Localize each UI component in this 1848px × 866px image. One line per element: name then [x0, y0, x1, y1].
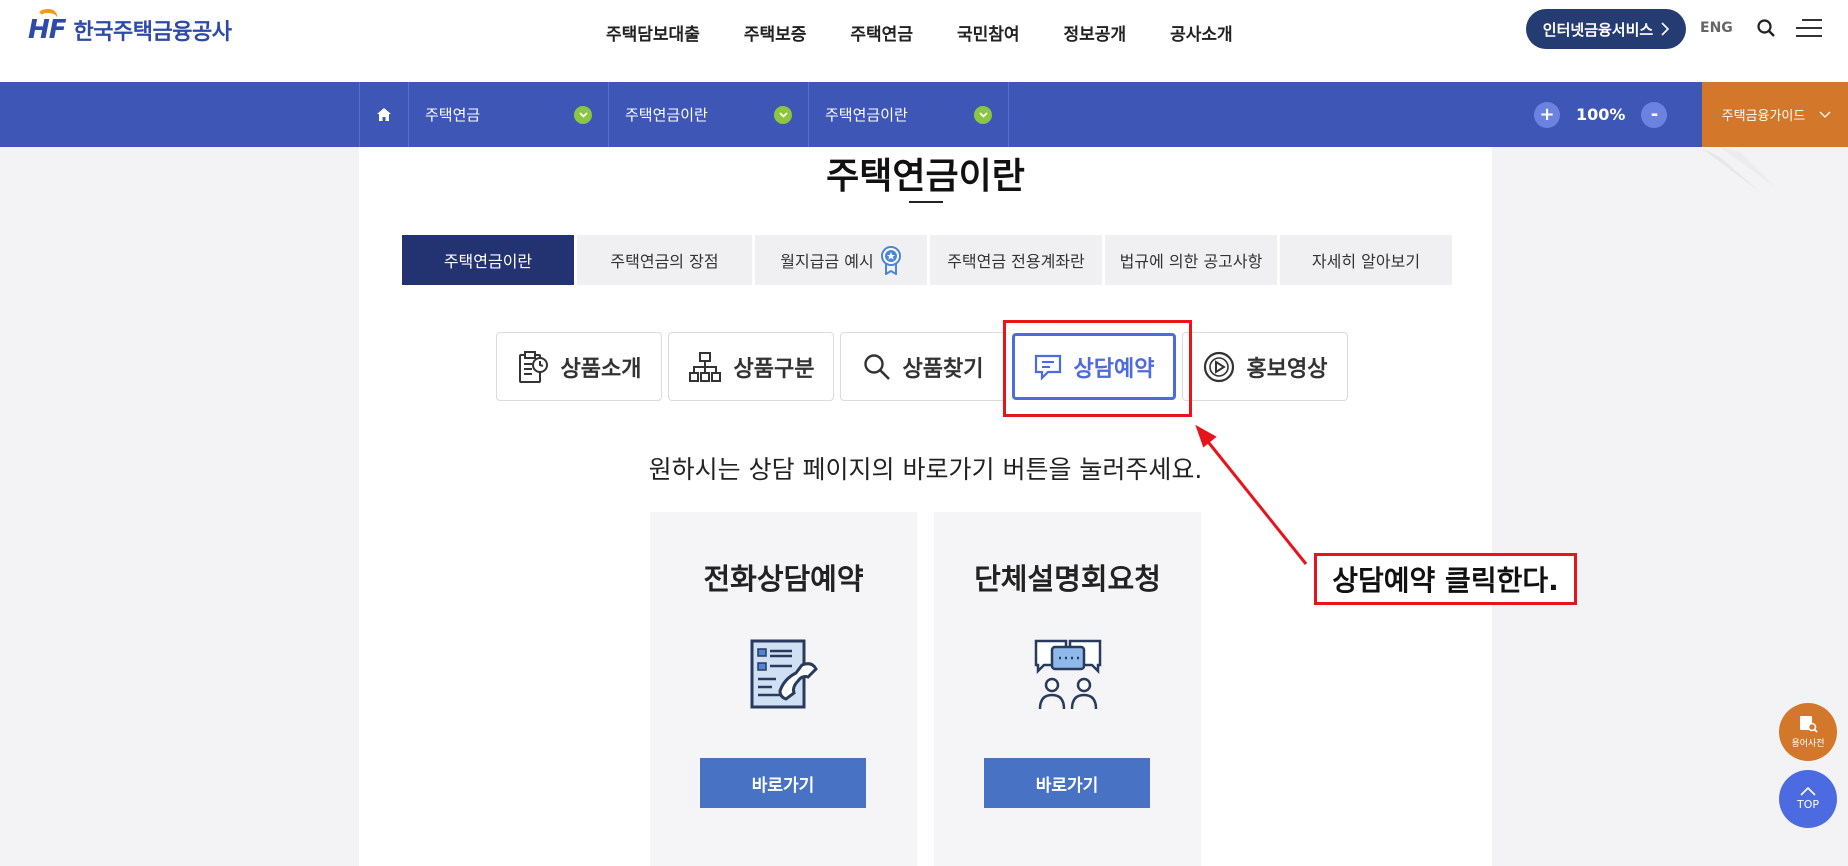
gnb-item-mortgage[interactable]: 주택담보대출	[606, 20, 722, 45]
subtab-label: 상품소개	[560, 356, 642, 382]
housing-finance-guide-button[interactable]: 주택금융가이드	[1702, 82, 1848, 147]
title-underline	[909, 201, 943, 203]
logo-text: 한국주택금융공사	[73, 20, 232, 45]
chevron-right-icon	[1661, 22, 1670, 36]
play-circle-icon	[1203, 351, 1234, 382]
group-meeting-icon	[1034, 639, 1102, 710]
subtab-product-intro[interactable]: 상품소개	[496, 332, 662, 401]
hamburger-menu-icon[interactable]	[1796, 19, 1822, 37]
sub-tabs: 상품소개 상품구분 상품찾기 상담예약 홍보영상	[496, 332, 1348, 401]
eng-link[interactable]: ENG	[1700, 20, 1733, 36]
location-select-3[interactable]: 주택연금이란	[809, 82, 1009, 147]
location-select-label: 주택연금	[425, 106, 481, 124]
subtab-product-category[interactable]: 상품구분	[668, 332, 834, 401]
subtab-label: 홍보영상	[1246, 356, 1328, 382]
tab-monthly-payment-example[interactable]: 월지급금 예시	[755, 235, 927, 285]
card-title: 전화상담예약	[703, 562, 864, 596]
annotation-label: 상담예약 클릭한다.	[1314, 553, 1577, 605]
tab-pension-intro[interactable]: 주택연금이란	[402, 235, 574, 285]
gnb-item-guarantee[interactable]: 주택보증	[722, 20, 829, 45]
logo-mark: HF	[28, 9, 67, 45]
group-briefing-go-button[interactable]: 바로가기	[984, 758, 1150, 808]
org-chart-icon	[688, 351, 721, 382]
location-select-2[interactable]: 주택연금이란	[609, 82, 809, 147]
zoom-out-button[interactable]: -	[1641, 101, 1668, 128]
gnb-item-about[interactable]: 공사소개	[1148, 20, 1255, 45]
award-badge-icon	[880, 246, 901, 275]
gnb-item-participation[interactable]: 국민참여	[935, 20, 1042, 45]
internet-service-label: 인터넷금융서비스	[1542, 20, 1654, 39]
chevron-down-icon	[974, 105, 992, 124]
content-tabs: 주택연금이란 주택연금의 장점 월지급금 예시 주택연금 전용계좌란 법규에 의…	[402, 235, 1452, 285]
subtab-label: 상품구분	[733, 356, 815, 382]
subtab-label: 상품찾기	[902, 356, 984, 382]
scroll-top-button[interactable]: TOP	[1779, 770, 1837, 828]
phone-consultation-go-button[interactable]: 바로가기	[700, 758, 866, 808]
location-select-label: 주택연금이란	[825, 106, 908, 124]
chevron-down-icon	[574, 105, 592, 124]
book-search-icon	[1800, 716, 1818, 733]
decorative-leaf-icon	[1700, 147, 1775, 192]
guide-label: 주택금융가이드	[1721, 109, 1806, 124]
tab-label: 월지급금 예시	[780, 252, 874, 271]
location-bar: 주택연금 주택연금이란 주택연금이란 + 100% - 주택금융가이드	[0, 82, 1848, 147]
phone-checklist-icon	[750, 639, 818, 709]
global-nav: 주택담보대출 주택보증 주택연금 국민참여 정보공개 공사소개	[606, 20, 1255, 45]
site-logo[interactable]: HF 한국주택금융공사	[28, 9, 232, 46]
page-title: 주택연금이란	[826, 156, 1025, 197]
subtab-promo-video[interactable]: 홍보영상	[1182, 332, 1348, 401]
gnb-item-disclosure[interactable]: 정보공개	[1042, 20, 1149, 45]
location-select-label: 주택연금이란	[625, 106, 708, 124]
site-header: HF 한국주택금융공사 주택담보대출 주택보증 주택연금 국민참여 정보공개 공…	[0, 0, 1848, 82]
glossary-label: 용어사전	[1791, 739, 1825, 749]
home-icon	[377, 108, 391, 121]
zoom-control: + 100% -	[1534, 82, 1668, 147]
tab-learn-more[interactable]: 자세히 알아보기	[1280, 235, 1452, 285]
tab-pension-benefits[interactable]: 주택연금의 장점	[577, 235, 752, 285]
guide-text: 원하시는 상담 페이지의 바로가기 버튼을 눌러주세요.	[648, 455, 1203, 484]
zoom-level: 100%	[1576, 105, 1626, 124]
glossary-float-button[interactable]: 용어사전	[1779, 703, 1837, 761]
chevron-up-icon	[1800, 787, 1816, 796]
search-icon[interactable]	[1757, 19, 1775, 37]
zoom-in-button[interactable]: +	[1534, 101, 1560, 128]
clipboard-clock-icon	[518, 350, 548, 383]
group-briefing-card: 단체설명회요청 바로가기	[934, 512, 1201, 866]
card-title: 단체설명회요청	[974, 562, 1161, 596]
tab-legal-notices[interactable]: 법규에 의한 공고사항	[1105, 235, 1277, 285]
subtab-product-search[interactable]: 상품찾기	[840, 332, 1006, 401]
tab-pension-account[interactable]: 주택연금 전용계좌란	[930, 235, 1102, 285]
main-content: 주택연금이란 주택연금이란 주택연금의 장점 월지급금 예시 주택연금 전용계좌…	[359, 147, 1492, 866]
gnb-item-pension[interactable]: 주택연금	[828, 20, 935, 45]
top-label: TOP	[1796, 798, 1819, 811]
chevron-down-icon	[1819, 111, 1831, 118]
phone-consultation-card: 전화상담예약 바로가기	[650, 512, 917, 866]
home-button[interactable]	[359, 82, 409, 147]
location-select-1[interactable]: 주택연금	[409, 82, 609, 147]
search-icon	[863, 353, 890, 380]
chevron-down-icon	[774, 105, 792, 124]
annotation-highlight-box	[1003, 320, 1192, 417]
internet-service-button[interactable]: 인터넷금융서비스	[1526, 9, 1686, 49]
